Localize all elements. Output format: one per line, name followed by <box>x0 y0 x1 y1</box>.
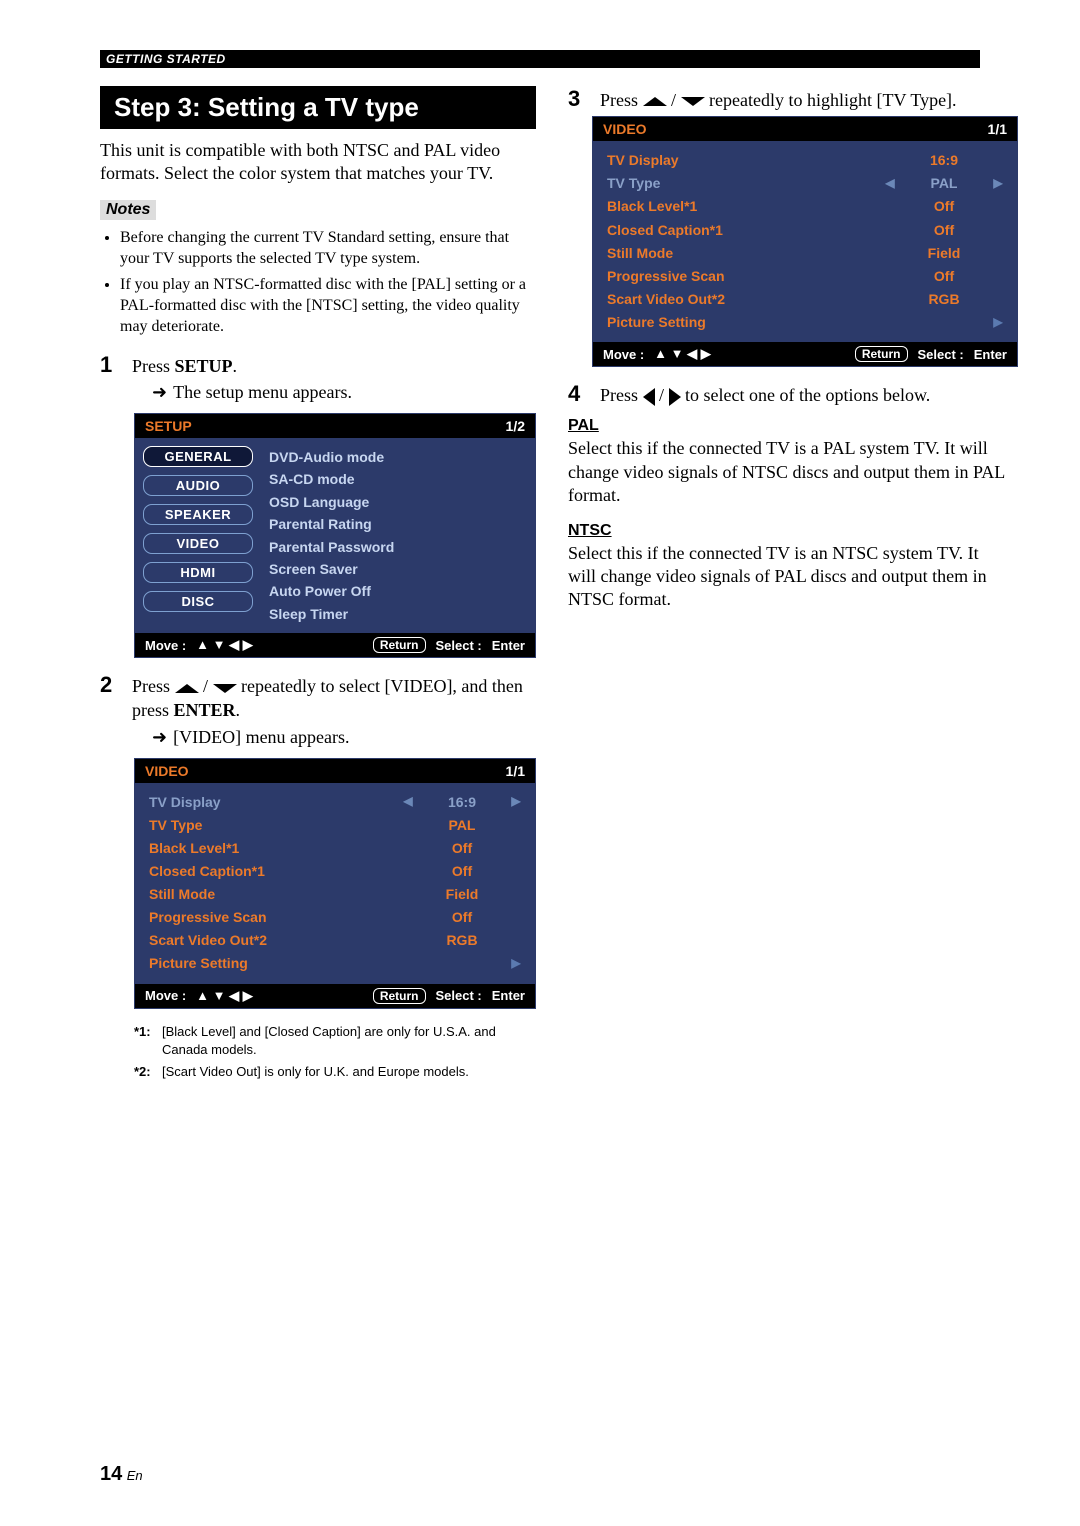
right-icon <box>669 388 681 406</box>
notes-list: Before changing the current TV Standard … <box>100 228 536 338</box>
osd-video-row[interactable]: Still ModeField <box>149 883 525 906</box>
return-button[interactable]: Return <box>855 346 908 362</box>
osd-item[interactable]: Screen Saver <box>269 558 525 580</box>
down-icon <box>213 684 237 693</box>
left-column: Step 3: Setting a TV type This unit is c… <box>100 86 536 1085</box>
osd-video-row[interactable]: Progressive ScanOff <box>149 906 525 929</box>
osd-tab-audio[interactable]: AUDIO <box>143 475 253 496</box>
osd-tab-video[interactable]: VIDEO <box>143 533 253 554</box>
osd-tab-speaker[interactable]: SPEAKER <box>143 504 253 525</box>
footnotes: *1:[Black Level] and [Closed Caption] ar… <box>134 1023 536 1082</box>
pal-heading: PAL <box>568 417 1008 435</box>
osd-video-row[interactable]: TV Type◀PAL▶ <box>607 172 1007 195</box>
step-number-2: 2 <box>100 672 118 698</box>
osd-pager: 1/1 <box>988 121 1007 137</box>
osd-pager: 1/1 <box>506 763 525 779</box>
note-item: Before changing the current TV Standard … <box>120 228 536 270</box>
right-column: 3 Press / repeatedly to highlight [TV Ty… <box>568 86 1008 1085</box>
osd-tab-hdmi[interactable]: HDMI <box>143 562 253 583</box>
osd-item[interactable]: SA-CD mode <box>269 468 525 490</box>
osd-item[interactable]: Sleep Timer <box>269 603 525 625</box>
osd-video-row[interactable]: TV Display◀16:9▶ <box>149 791 525 814</box>
osd-video-row[interactable]: Picture Setting▶ <box>149 952 525 975</box>
osd-item[interactable]: Parental Rating <box>269 513 525 535</box>
osd-footer: Move :▲ ▼ ◀ ▶ Return Select :Enter <box>135 984 535 1008</box>
note-item: If you play an NTSC-formatted disc with … <box>120 275 536 337</box>
ntsc-text: Select this if the connected TV is an NT… <box>568 542 1008 612</box>
intro-text: This unit is compatible with both NTSC a… <box>100 139 536 186</box>
up-icon <box>175 684 199 693</box>
osd-footer: Move :▲ ▼ ◀ ▶ Return Select :Enter <box>593 342 1017 366</box>
osd-video-row[interactable]: TV TypePAL <box>149 814 525 837</box>
step-1-sub: The setup menu appears. <box>152 382 536 403</box>
ntsc-heading: NTSC <box>568 522 1008 540</box>
osd-title: VIDEO <box>603 121 647 137</box>
down-icon <box>681 97 705 106</box>
osd-video-row[interactable]: Still ModeField <box>607 242 1007 265</box>
osd-tab-general[interactable]: GENERAL <box>143 446 253 467</box>
step-number-4: 4 <box>568 381 586 407</box>
step-number-1: 1 <box>100 352 118 378</box>
osd-video-row[interactable]: Black Level*1Off <box>149 837 525 860</box>
header-bar: GETTING STARTED <box>100 50 980 68</box>
step-2-sub: [VIDEO] menu appears. <box>152 727 536 748</box>
osd-item[interactable]: DVD-Audio mode <box>269 446 525 468</box>
osd-setup-menu: SETUP 1/2 GENERAL AUDIO SPEAKER VIDEO HD… <box>134 413 536 658</box>
step-4-text: Press / to select one of the options bel… <box>600 383 930 407</box>
osd-video-menu-a: VIDEO 1/1 TV Display◀16:9▶TV TypePALBlac… <box>134 758 536 1009</box>
osd-video-row[interactable]: Scart Video Out*2RGB <box>149 929 525 952</box>
page-number: 14 En <box>100 1463 143 1486</box>
osd-title: SETUP <box>145 418 192 434</box>
osd-item-list: DVD-Audio mode SA-CD mode OSD Language P… <box>259 438 535 633</box>
osd-item[interactable]: Parental Password <box>269 536 525 558</box>
osd-video-row[interactable]: Black Level*1Off <box>607 195 1007 218</box>
osd-video-row[interactable]: Picture Setting▶ <box>607 311 1007 334</box>
osd-item[interactable]: OSD Language <box>269 491 525 513</box>
step-1-text: Press SETUP. <box>132 354 237 378</box>
osd-pager: 1/2 <box>506 418 525 434</box>
up-icon <box>643 97 667 106</box>
section-label: GETTING STARTED <box>100 51 232 67</box>
osd-video-menu-b: VIDEO 1/1 TV Display16:9TV Type◀PAL▶Blac… <box>592 116 1018 367</box>
left-icon <box>643 388 655 406</box>
step-2-text: Press / repeatedly to select [VIDEO], an… <box>132 674 536 723</box>
step-3-text: Press / repeatedly to highlight [TV Type… <box>600 88 957 112</box>
step-number-3: 3 <box>568 86 586 112</box>
osd-video-row[interactable]: Closed Caption*1Off <box>607 219 1007 242</box>
step-title: Step 3: Setting a TV type <box>100 86 536 129</box>
return-button[interactable]: Return <box>373 988 426 1004</box>
osd-footer: Move :▲ ▼ ◀ ▶ Return Select :Enter <box>135 633 535 657</box>
osd-item[interactable]: Auto Power Off <box>269 580 525 602</box>
osd-video-row[interactable]: Scart Video Out*2RGB <box>607 288 1007 311</box>
osd-sidebar: GENERAL AUDIO SPEAKER VIDEO HDMI DISC <box>135 438 259 633</box>
osd-video-row[interactable]: Progressive ScanOff <box>607 265 1007 288</box>
notes-heading: Notes <box>100 200 156 220</box>
osd-video-row[interactable]: TV Display16:9 <box>607 149 1007 172</box>
return-button[interactable]: Return <box>373 637 426 653</box>
osd-tab-disc[interactable]: DISC <box>143 591 253 612</box>
osd-title: VIDEO <box>145 763 189 779</box>
pal-text: Select this if the connected TV is a PAL… <box>568 437 1008 507</box>
osd-video-row[interactable]: Closed Caption*1Off <box>149 860 525 883</box>
